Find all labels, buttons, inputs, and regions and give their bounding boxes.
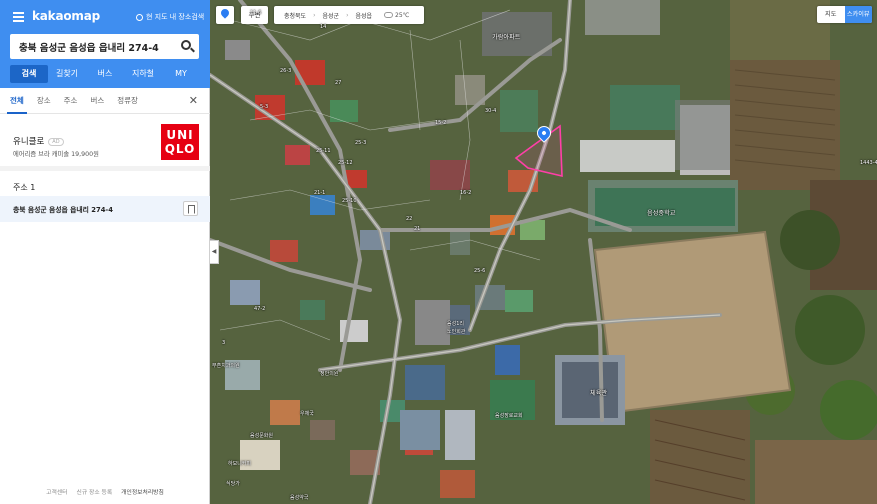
filter-address[interactable]: 주소 bbox=[64, 88, 78, 114]
map-label-market[interactable]: 하모니커피 bbox=[228, 460, 251, 467]
lot-number: 16-2 bbox=[460, 190, 472, 196]
map-label-church[interactable]: 음성장로교회 bbox=[495, 412, 523, 419]
map-label-apartment[interactable]: 가람아파트 bbox=[492, 32, 520, 41]
map-label-pharmacy[interactable]: 음성약국 bbox=[290, 494, 308, 501]
uniqlo-logo-bottom: QLO bbox=[164, 142, 196, 156]
lot-number: 25-10 bbox=[342, 198, 357, 204]
lot-number: 14 bbox=[320, 24, 327, 30]
map-label-dental[interactable]: 부흔치과의원 bbox=[212, 362, 240, 369]
ad-badge: AD bbox=[48, 137, 64, 146]
ad-description: 에어리즘 브라 캐미솔 19,900원 bbox=[13, 151, 99, 158]
weather: 25℃ bbox=[384, 11, 410, 19]
satellite-image bbox=[210, 0, 877, 504]
weather-temp: 25℃ bbox=[395, 11, 410, 19]
lot-number: 15-2 bbox=[435, 120, 447, 126]
my-location-icon[interactable] bbox=[216, 6, 234, 24]
filter-all[interactable]: 전체 bbox=[7, 88, 27, 114]
ad-title: 유니클로 bbox=[13, 137, 45, 147]
filter-place[interactable]: 장소 bbox=[37, 88, 51, 114]
footer-link-support[interactable]: 고객센터 bbox=[46, 483, 67, 504]
lot-number: 5-3 bbox=[260, 104, 269, 110]
close-icon[interactable]: ✕ bbox=[189, 95, 198, 106]
lot-number: 26-3 bbox=[280, 68, 292, 74]
map-type-switch: 지도 스카이뷰 bbox=[817, 6, 872, 23]
lot-number: 25-12 bbox=[338, 160, 353, 166]
tab-search[interactable]: 검색 bbox=[10, 65, 48, 83]
map-label-restaurant[interactable]: 식당가 bbox=[226, 480, 240, 487]
lot-number: 11-6 bbox=[250, 10, 262, 16]
chevron-right-icon: › bbox=[313, 11, 316, 19]
radio-icon bbox=[136, 13, 143, 21]
cloud-icon bbox=[384, 11, 394, 18]
tab-bus[interactable]: 버스 bbox=[86, 65, 124, 83]
map-label-hall1[interactable]: 음성1리 bbox=[447, 320, 464, 327]
lot-number: 27 bbox=[335, 80, 342, 86]
breadcrumb-town[interactable]: 음성읍 bbox=[355, 11, 372, 20]
map-label-hall2[interactable]: 노인회관 bbox=[447, 328, 465, 335]
lot-number: 30-4 bbox=[485, 108, 497, 114]
map-label-culture[interactable]: 음성문화원 bbox=[250, 432, 273, 439]
lot-number: 47-2 bbox=[254, 306, 266, 312]
result-filter-tabs: 전체 장소 주소 버스 정류장 ✕ bbox=[0, 88, 210, 114]
map-label-school[interactable]: 음성중학교 bbox=[647, 208, 675, 217]
map-label-post[interactable]: 우체국 bbox=[300, 410, 314, 417]
address-result-item[interactable]: 충북 음성군 음성읍 읍내리 274-4 bbox=[0, 196, 210, 222]
kakaomap-logo[interactable]: kakaomap bbox=[32, 9, 100, 23]
map-label-hospital[interactable]: 정안의원 bbox=[320, 370, 338, 377]
ad-title-row: 유니클로 AD bbox=[13, 135, 64, 147]
lot-number: 1443-4 bbox=[860, 160, 877, 166]
sidebar-header: kakaomap 현 지도 내 장소검색 충북 음성군 음성읍 읍내리 274-… bbox=[0, 0, 210, 88]
ad-banner[interactable]: 유니클로 AD 에어리즘 브라 캐미솔 19,900원 UNI QLO bbox=[0, 115, 210, 171]
lot-number: 21 bbox=[414, 226, 421, 232]
bookmark-icon[interactable] bbox=[183, 201, 198, 216]
lot-number: 22 bbox=[406, 216, 413, 222]
footer-link-register-place[interactable]: 신규 장소 등록 bbox=[76, 483, 112, 504]
menu-icon[interactable] bbox=[13, 12, 24, 22]
sidebar-footer: 고객센터 신규 장소 등록 개인정보처리방침 bbox=[0, 483, 210, 504]
search-input-value: 충북 음성군 음성읍 읍내리 274-4 bbox=[19, 43, 159, 54]
map-label-gym[interactable]: 체육관 bbox=[590, 388, 607, 397]
map-type-normal[interactable]: 지도 bbox=[817, 6, 845, 23]
tab-my[interactable]: MY bbox=[162, 65, 200, 83]
uniqlo-logo-top: UNI bbox=[166, 128, 194, 142]
filter-bus-stop[interactable]: 정류장 bbox=[117, 88, 138, 114]
search-input[interactable]: 충북 음성군 음성읍 읍내리 274-4 bbox=[10, 34, 199, 59]
skyview-map[interactable]: 주변 충청북도 › 음성군 › 음성읍 25℃ 지도 스카이뷰 가람아파트 음성… bbox=[210, 0, 877, 504]
lot-number: 21-1 bbox=[314, 190, 326, 196]
lot-number: 25-6 bbox=[474, 268, 486, 274]
filter-bus[interactable]: 버스 bbox=[90, 88, 104, 114]
address-results-header: 주소 1 bbox=[13, 183, 36, 192]
collapse-sidebar-button[interactable]: ◀ bbox=[210, 240, 219, 264]
breadcrumb-province[interactable]: 충청북도 bbox=[284, 11, 306, 20]
search-icon[interactable] bbox=[181, 40, 191, 50]
lot-number: 25-11 bbox=[316, 148, 331, 154]
footer-link-privacy[interactable]: 개인정보처리방침 bbox=[121, 483, 164, 504]
sidebar: kakaomap 현 지도 내 장소검색 충북 음성군 음성읍 읍내리 274-… bbox=[0, 0, 210, 504]
main-tabs: 검색 길찾기 버스 지하철 MY bbox=[10, 65, 200, 83]
tab-subway[interactable]: 지하철 bbox=[124, 65, 162, 83]
address-result-text[interactable]: 충북 음성군 음성읍 읍내리 274-4 bbox=[13, 204, 113, 214]
region-breadcrumb: 충청북도 › 음성군 › 음성읍 25℃ bbox=[274, 6, 424, 24]
search-in-map-label: 현 지도 내 장소검색 bbox=[146, 13, 205, 21]
lot-number: 25-3 bbox=[355, 140, 367, 146]
map-type-skyview[interactable]: 스카이뷰 bbox=[844, 6, 872, 23]
chevron-right-icon: › bbox=[346, 11, 349, 19]
search-in-map-toggle[interactable]: 현 지도 내 장소검색 bbox=[136, 12, 204, 22]
uniqlo-logo[interactable]: UNI QLO bbox=[161, 124, 199, 160]
tab-directions[interactable]: 길찾기 bbox=[48, 65, 86, 83]
breadcrumb-county[interactable]: 음성군 bbox=[323, 11, 340, 20]
lot-number: 3 bbox=[222, 340, 226, 346]
